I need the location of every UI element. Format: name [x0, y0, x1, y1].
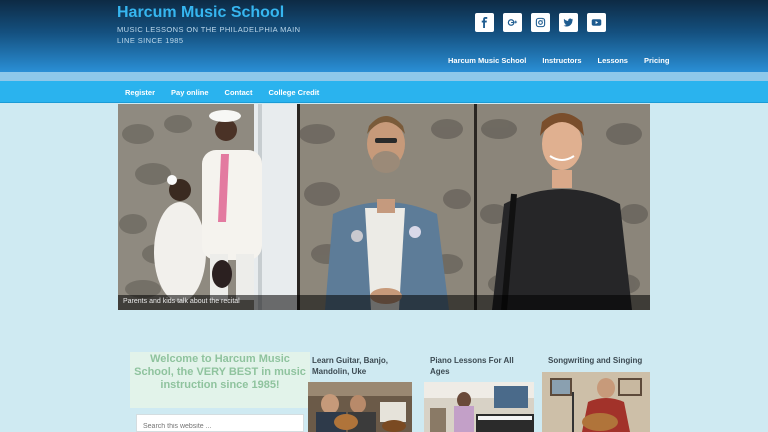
- welcome-text: Welcome to Harcum Music School, the VERY…: [134, 353, 306, 391]
- nav-item-register[interactable]: Register: [117, 88, 163, 97]
- piano-lesson-photo[interactable]: [424, 382, 534, 432]
- column-title-piano[interactable]: Piano Lessons For All Ages: [430, 355, 520, 377]
- instagram-icon[interactable]: [531, 13, 550, 32]
- hero-caption-bar: Parents and kids talk about the recital: [118, 295, 650, 310]
- primary-nav: Harcum Music School Instructors Lessons …: [440, 56, 677, 65]
- hero-photo-instructor-denim: [297, 104, 474, 310]
- site-header: Harcum Music School MUSIC LESSONS ON THE…: [0, 0, 768, 72]
- songwriting-photo[interactable]: [542, 372, 650, 432]
- twitter-icon[interactable]: [559, 13, 578, 32]
- nav-item-harcum-music-school[interactable]: Harcum Music School: [440, 56, 534, 65]
- column-title-songwriting[interactable]: Songwriting and Singing: [548, 355, 658, 366]
- hero-slideshow[interactable]: Parents and kids talk about the recital: [118, 104, 650, 310]
- youtube-icon[interactable]: [587, 13, 606, 32]
- welcome-box: Welcome to Harcum Music School, the VERY…: [130, 352, 310, 408]
- nav-item-contact[interactable]: Contact: [217, 88, 261, 97]
- hero-caption: Parents and kids talk about the recital: [123, 298, 240, 305]
- search-box: [136, 414, 304, 432]
- header-divider: [0, 72, 768, 81]
- nav-item-pay-online[interactable]: Pay online: [163, 88, 217, 97]
- nav-item-pricing[interactable]: Pricing: [636, 56, 677, 65]
- site-title[interactable]: Harcum Music School: [117, 4, 284, 22]
- column-title-guitar[interactable]: Learn Guitar, Banjo, Mandolin, Uke: [312, 355, 412, 377]
- secondary-nav: Register Pay online Contact College Cred…: [0, 81, 768, 103]
- search-input[interactable]: [137, 418, 303, 432]
- nav-item-instructors[interactable]: Instructors: [534, 56, 589, 65]
- facebook-icon[interactable]: [475, 13, 494, 32]
- google-plus-icon[interactable]: [503, 13, 522, 32]
- guitar-lesson-photo[interactable]: [308, 382, 412, 432]
- nav-item-lessons[interactable]: Lessons: [590, 56, 636, 65]
- nav-item-college-credit[interactable]: College Credit: [260, 88, 327, 97]
- hero-photo-parent-child: [118, 104, 297, 310]
- hero-photo-instructor-black-shirt: [474, 104, 650, 310]
- site-tagline: MUSIC LESSONS ON THE PHILADELPHIA MAIN L…: [117, 25, 301, 45]
- social-links: [475, 13, 606, 32]
